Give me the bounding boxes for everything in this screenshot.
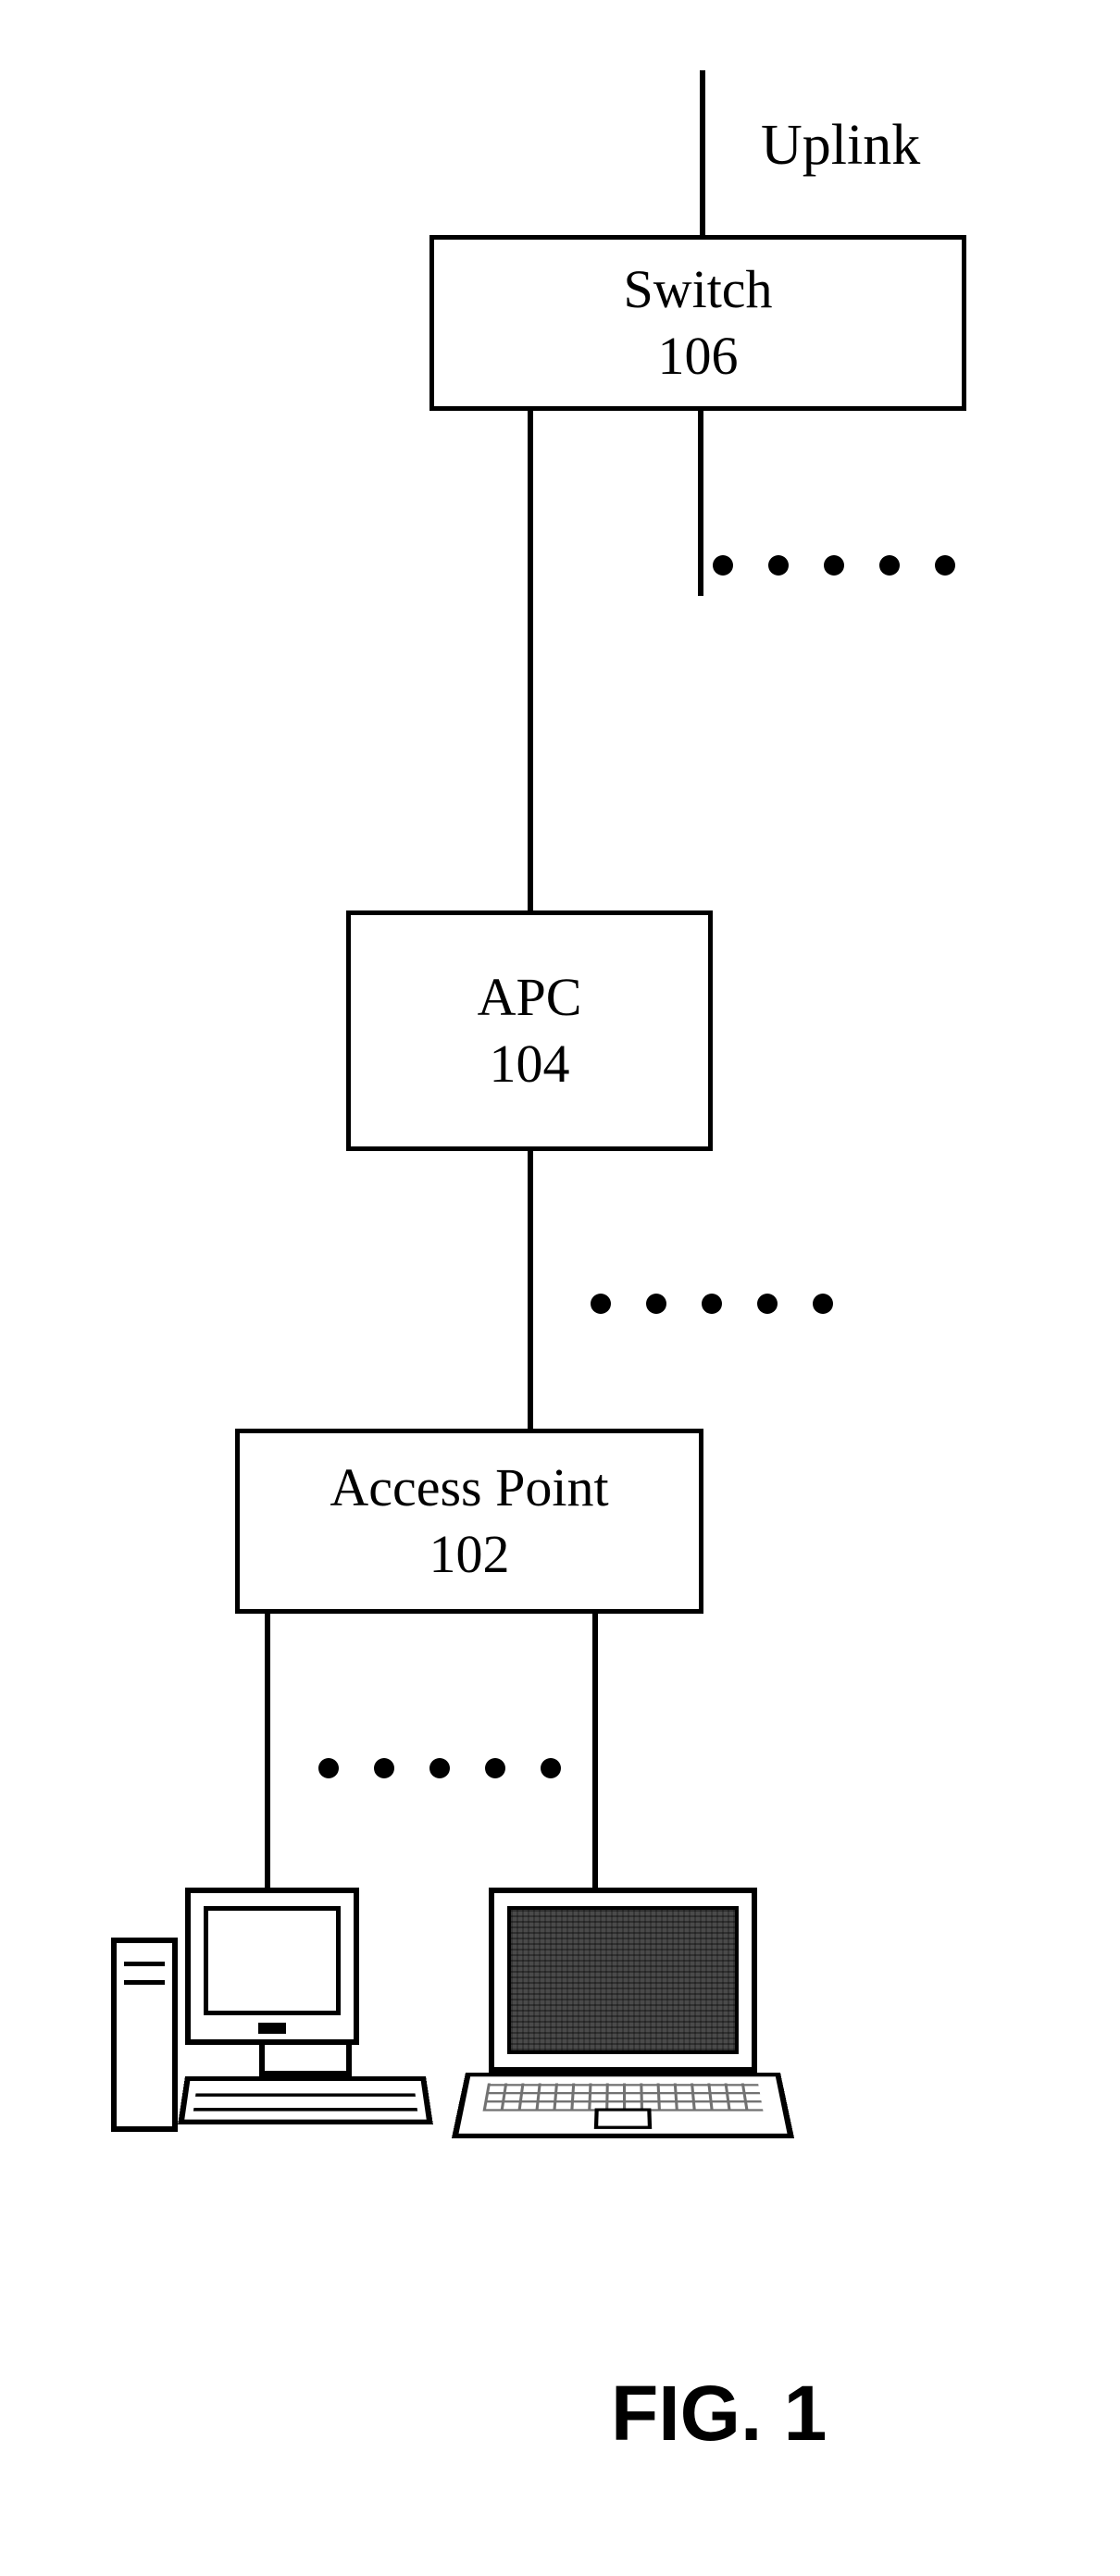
apc-ref: 104	[490, 1031, 570, 1098]
line-apc-to-ap	[528, 1151, 533, 1429]
ellipsis-switch-ports	[713, 555, 955, 576]
line-uplink	[700, 70, 705, 235]
figure-canvas: Uplink Switch 106 APC 104 Access Point 1…	[0, 0, 1120, 2576]
ap-name: Access Point	[330, 1455, 608, 1522]
access-point-box: Access Point 102	[235, 1429, 703, 1614]
line-ap-client-1	[265, 1614, 270, 1888]
switch-box: Switch 106	[429, 235, 966, 411]
laptop-icon	[489, 1888, 780, 2158]
ap-ref: 102	[429, 1521, 510, 1589]
ellipsis-apc-ports	[591, 1294, 833, 1314]
ellipsis-ap-clients	[318, 1758, 561, 1778]
apc-box: APC 104	[346, 910, 713, 1151]
switch-name: Switch	[623, 256, 772, 324]
apc-name: APC	[478, 964, 582, 1032]
uplink-label: Uplink	[761, 113, 920, 179]
line-ap-client-2	[592, 1614, 598, 1888]
figure-caption: FIG. 1	[611, 2369, 827, 2458]
line-switch-port-2	[698, 411, 703, 596]
desktop-pc-icon	[111, 1888, 426, 2132]
switch-ref: 106	[658, 323, 739, 390]
line-switch-port-1	[528, 411, 533, 910]
